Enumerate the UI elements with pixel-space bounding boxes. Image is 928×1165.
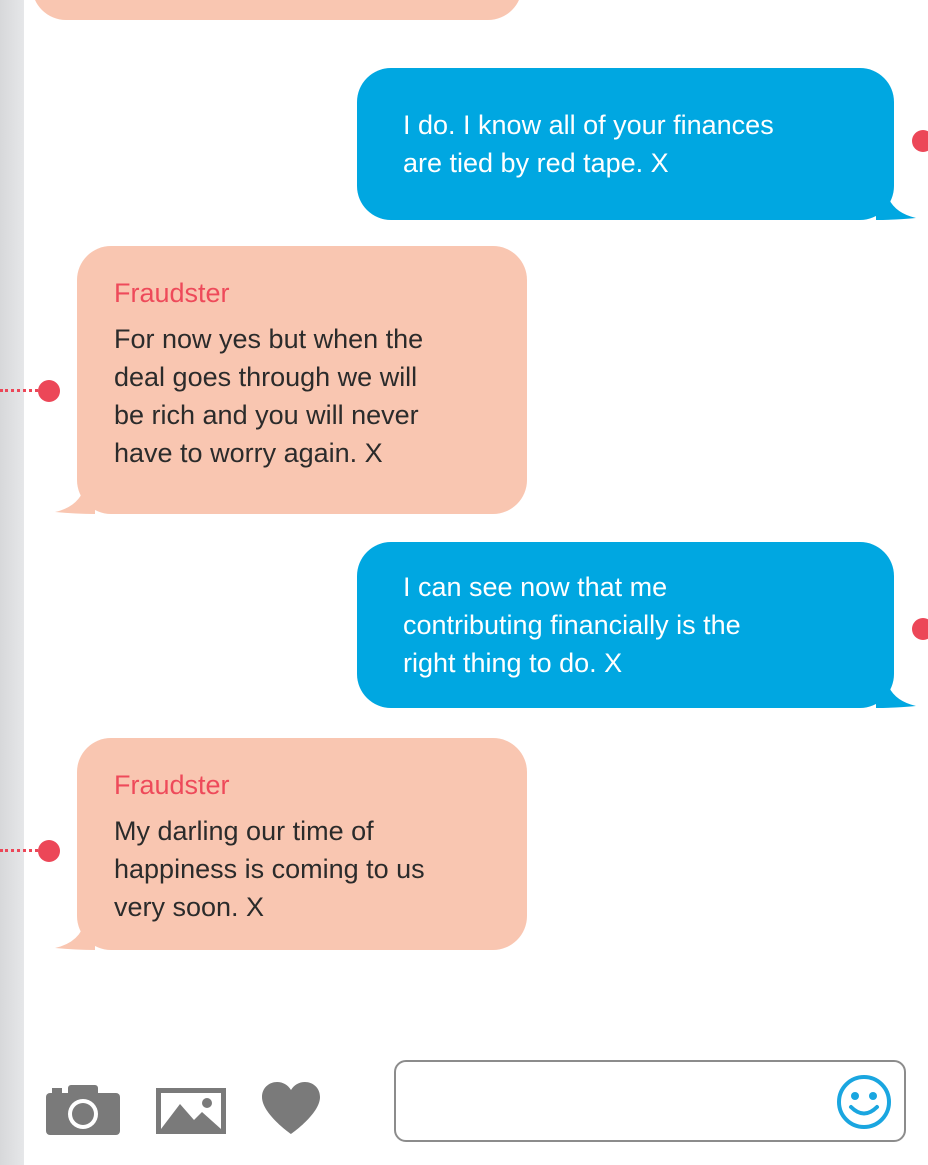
- sender-name: Fraudster: [114, 278, 230, 308]
- message-text: I do. I know all of your finances are ti…: [403, 110, 774, 178]
- annotation-dot: [38, 840, 60, 862]
- received-bubble-partial: [32, 0, 522, 20]
- received-message: Fraudster For now yes but when the deal …: [55, 246, 527, 514]
- message-input-box[interactable]: [394, 1060, 906, 1142]
- message-text: My darling our time of happiness is comi…: [114, 816, 425, 922]
- annotation-line: [0, 389, 38, 392]
- bubble-tail: [55, 920, 95, 950]
- annotation-line: [0, 849, 38, 852]
- image-icon[interactable]: [156, 1088, 226, 1134]
- message-text: I can see now that me contributing finan…: [403, 572, 741, 678]
- sent-message: I do. I know all of your finances are ti…: [357, 68, 916, 220]
- received-message: Fraudster My darling our time of happine…: [55, 738, 527, 950]
- sent-message: I can see now that me contributing finan…: [357, 542, 916, 708]
- annotation-dot: [912, 618, 928, 640]
- bubble-tail: [55, 484, 95, 514]
- annotation-dot: [912, 130, 928, 152]
- bubble-tail: [876, 678, 916, 708]
- message-composer: [0, 1040, 928, 1165]
- heart-icon[interactable]: [262, 1082, 320, 1134]
- annotation-dot: [38, 380, 60, 402]
- camera-icon[interactable]: [46, 1085, 120, 1135]
- left-rail: [0, 0, 24, 1165]
- smiley-icon[interactable]: [836, 1074, 892, 1130]
- message-input[interactable]: [406, 1072, 830, 1132]
- bubble-tail: [876, 190, 916, 220]
- message-text: For now yes but when the deal goes throu…: [114, 324, 424, 468]
- sender-name: Fraudster: [114, 770, 230, 800]
